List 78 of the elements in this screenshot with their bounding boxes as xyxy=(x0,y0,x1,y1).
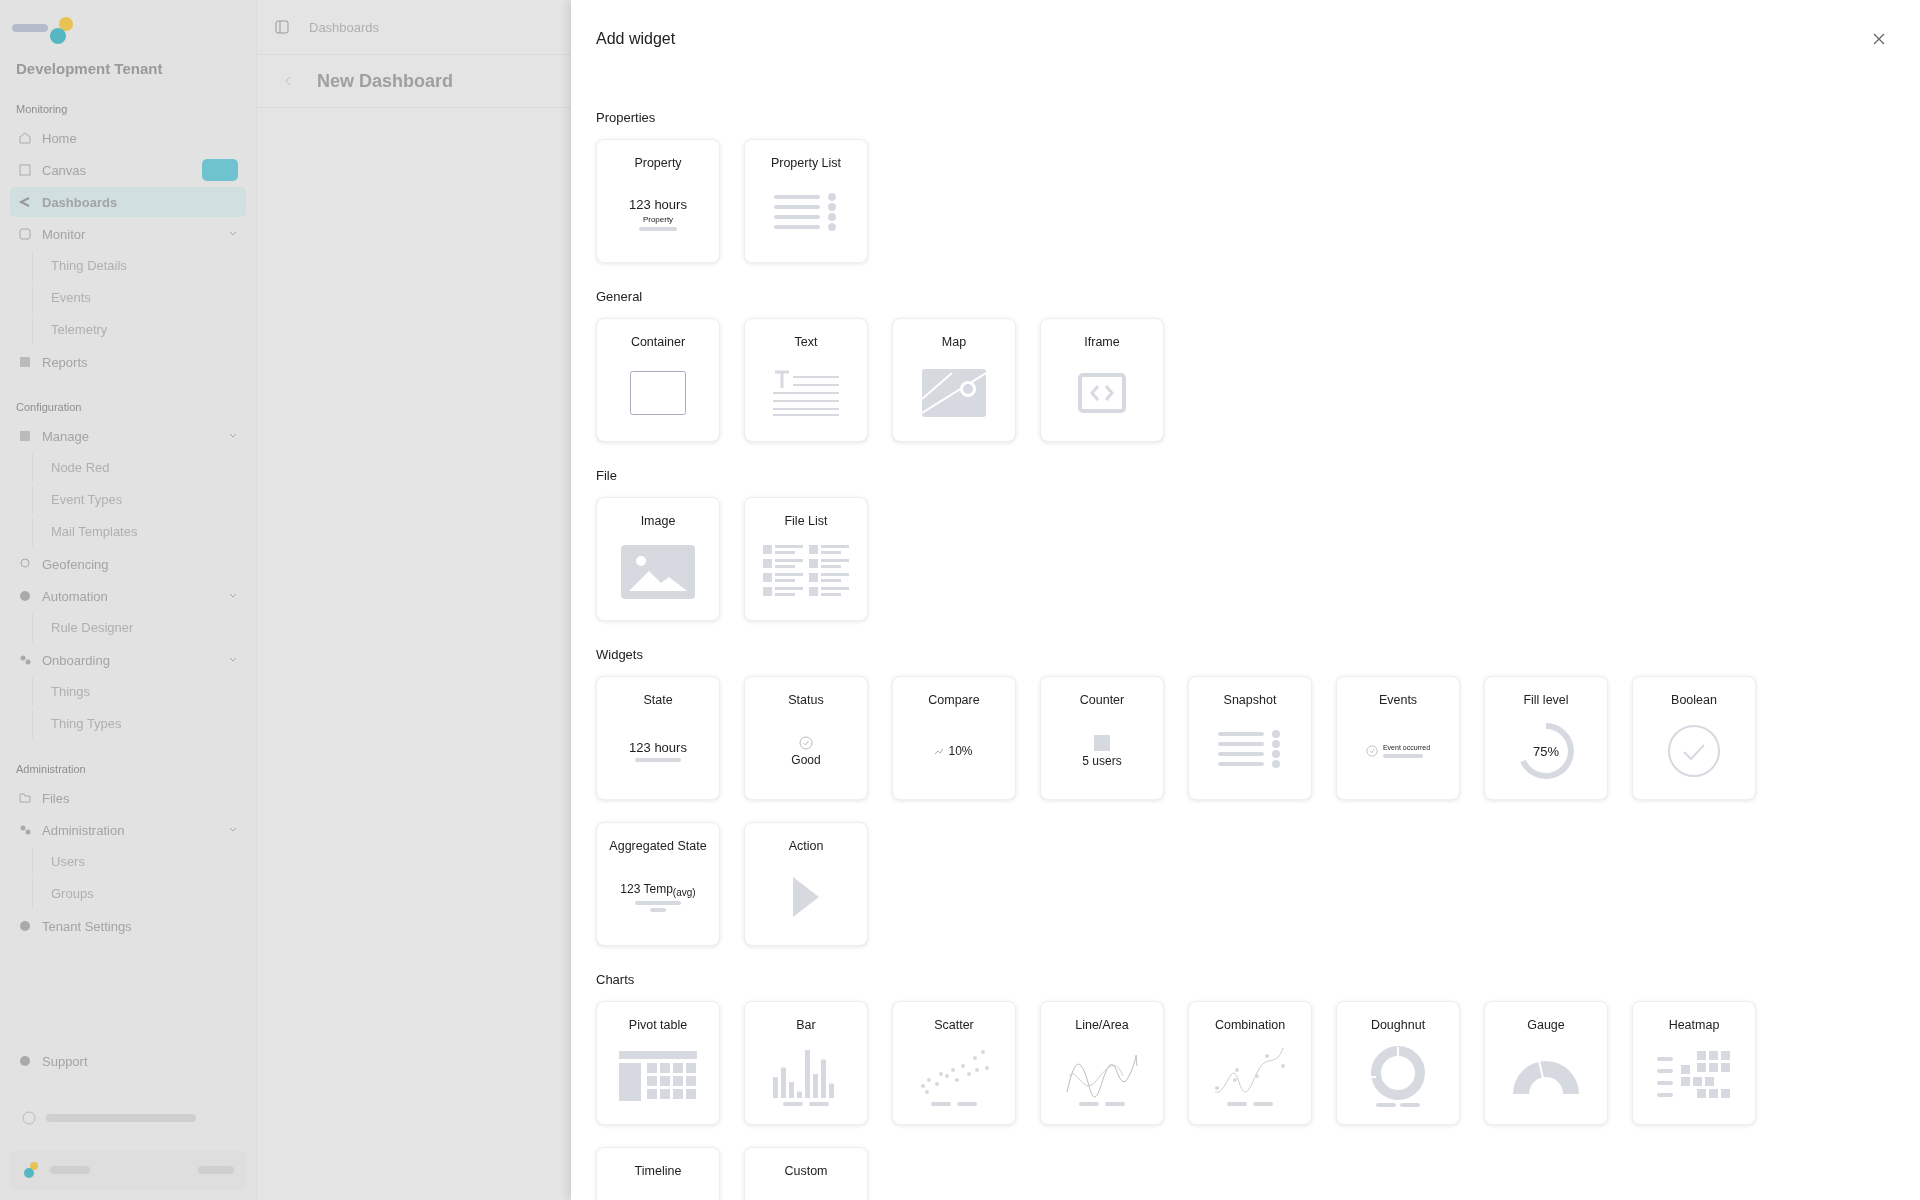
section-title: File xyxy=(596,468,618,483)
folder-icon xyxy=(18,791,32,805)
file-grid-icon xyxy=(763,545,849,599)
widget-card[interactable]: Aggregated State 123 Temp$_{(avg)}$ xyxy=(596,822,720,946)
value-bar xyxy=(635,758,681,762)
widget-card[interactable]: Property List xyxy=(744,139,868,263)
widget-card[interactable]: Container xyxy=(596,318,720,442)
fill-value: 75% xyxy=(1533,743,1559,759)
page-title: New Dashboard xyxy=(317,70,454,92)
dashboard-icon xyxy=(18,195,32,209)
value-bar xyxy=(639,227,677,231)
widget-card[interactable]: State 123 hours xyxy=(596,676,720,800)
state-value: 123 hours xyxy=(629,740,687,755)
widget-card[interactable]: Compare 10% xyxy=(892,676,1016,800)
text-lines-icon xyxy=(773,370,839,416)
code-frame-icon xyxy=(1078,373,1126,413)
value-bar xyxy=(1382,754,1423,758)
status-value: Good xyxy=(791,752,821,767)
widget-card[interactable]: Line/Area xyxy=(1040,1001,1164,1125)
empty-frame-icon xyxy=(630,371,686,415)
widget-card[interactable]: Timeline xyxy=(596,1147,720,1200)
close-icon xyxy=(1872,32,1886,46)
sidebar-toggle-icon xyxy=(275,20,289,34)
back-icon xyxy=(283,76,293,86)
aggregated-value: 123 Temp$_{(avg)}$ xyxy=(620,881,696,899)
widget-card[interactable]: Iframe xyxy=(1040,318,1164,442)
trend-up-icon xyxy=(935,748,944,754)
widget-card[interactable]: Heatmap xyxy=(1632,1001,1756,1125)
tenant-name: Development Tenant xyxy=(16,60,164,77)
image-icon xyxy=(621,545,695,599)
widget-card[interactable]: Status Good xyxy=(744,676,868,800)
section-title: Properties xyxy=(596,110,657,125)
widget-card[interactable]: Image xyxy=(596,497,720,621)
section-heading: Monitoring xyxy=(16,103,69,115)
widget-card[interactable]: Gauge xyxy=(1484,1001,1608,1125)
widget-card[interactable]: Counter 5 users xyxy=(1040,676,1164,800)
widget-card[interactable]: Boolean xyxy=(1632,676,1756,800)
widget-card[interactable]: File List xyxy=(744,497,868,621)
section-title: Charts xyxy=(596,972,636,987)
gauge-icon xyxy=(1513,1058,1579,1094)
fill-ring-icon xyxy=(1517,722,1575,780)
home-icon xyxy=(18,131,32,145)
square-icon xyxy=(1094,734,1110,751)
widget-card[interactable]: Scatter xyxy=(892,1001,1016,1125)
map-icon xyxy=(922,369,986,417)
widget-card[interactable]: Custom xyxy=(744,1147,868,1200)
panel-title: Add widget xyxy=(596,30,676,48)
widget-card[interactable]: Text xyxy=(744,318,868,442)
monitor-icon xyxy=(18,227,32,241)
section-heading: Administration xyxy=(16,763,87,775)
widget-card[interactable]: Combination xyxy=(1188,1001,1312,1125)
counter-value: 5 users xyxy=(1082,753,1122,768)
widget-card[interactable]: Fill level 75% xyxy=(1484,676,1608,800)
section-heading: Configuration xyxy=(16,401,83,413)
widget-card[interactable]: Doughnut xyxy=(1336,1001,1460,1125)
play-icon xyxy=(793,877,819,917)
compare-value: 10% xyxy=(948,744,973,758)
value-bar xyxy=(635,901,681,906)
check-circle-icon xyxy=(1365,745,1378,757)
combo-chart-icon xyxy=(1213,1046,1287,1106)
widget-card[interactable]: Bar xyxy=(744,1001,868,1125)
check-circle-icon xyxy=(799,735,813,750)
logo-icon xyxy=(22,1161,40,1179)
heatmap-icon xyxy=(1657,1051,1731,1101)
property-value: 123 hours xyxy=(629,197,687,212)
widget-card[interactable]: Pivot table xyxy=(596,1001,720,1125)
user-icon xyxy=(22,1111,36,1125)
widget-card[interactable]: Property 123 hours Property xyxy=(596,139,720,263)
check-circle-icon xyxy=(1667,724,1721,778)
widget-card[interactable]: Action xyxy=(744,822,868,946)
property-caption: Property xyxy=(642,215,674,224)
section-title: General xyxy=(596,289,644,304)
widget-card[interactable]: Snapshot xyxy=(1188,676,1312,800)
widget-card[interactable]: Map xyxy=(892,318,1016,442)
section-title: Widgets xyxy=(596,647,644,662)
frame-icon xyxy=(18,163,32,177)
table-icon xyxy=(619,1051,697,1101)
value-bar xyxy=(650,908,666,913)
